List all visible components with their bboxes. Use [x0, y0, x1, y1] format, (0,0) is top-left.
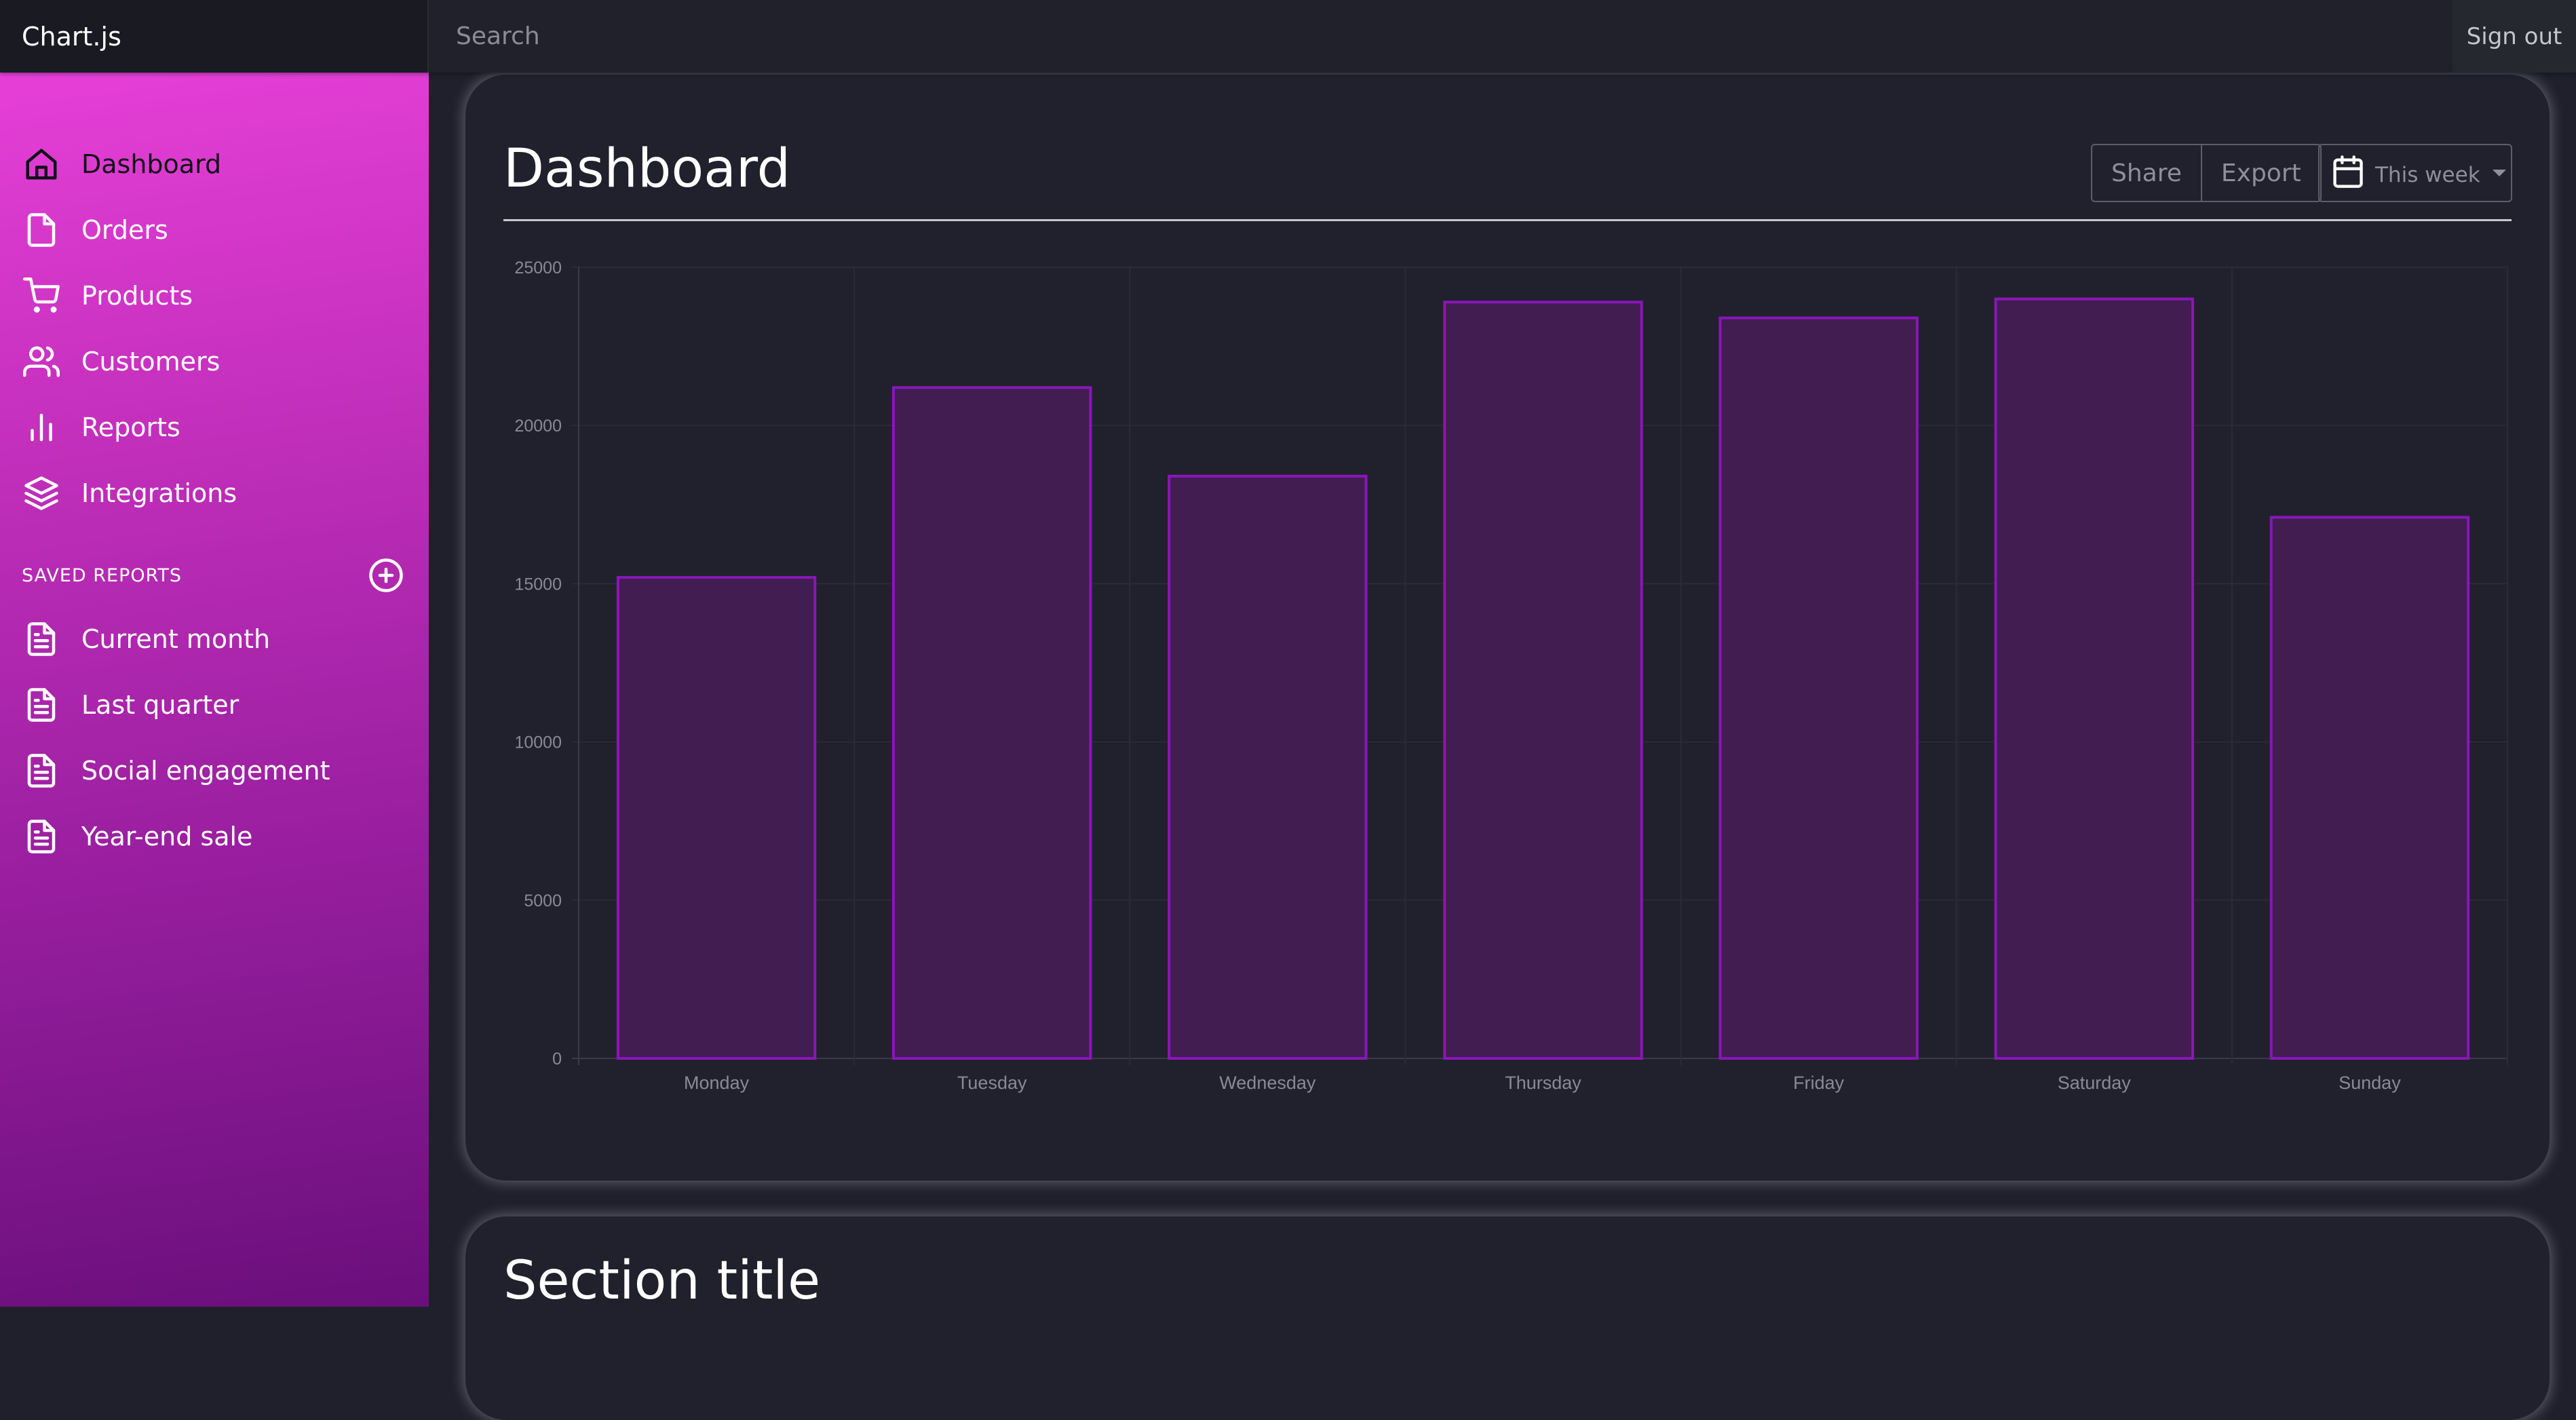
file-text-icon — [22, 685, 61, 725]
sidebar-item-label: Customers — [81, 346, 220, 377]
sidebar-item-customers[interactable]: Customers — [0, 328, 429, 394]
users-icon — [22, 342, 61, 381]
sidebar-item-label: Reports — [81, 412, 180, 442]
x-tick-label: Monday — [684, 1073, 750, 1093]
x-tick-label: Thursday — [1505, 1073, 1581, 1093]
file-text-icon — [22, 817, 61, 856]
section-card: Section title — [465, 1216, 2550, 1420]
bar — [892, 386, 1092, 1060]
y-tick-label: 15000 — [514, 575, 562, 594]
x-tick-label: Saturday — [2058, 1073, 2132, 1093]
sign-out-link[interactable]: Sign out — [2453, 0, 2576, 73]
layers-icon — [22, 474, 61, 513]
saved-report-label: Social engagement — [81, 755, 330, 786]
saved-reports-title: SAVED REPORTS — [22, 564, 182, 586]
x-tick-label: Tuesday — [957, 1073, 1027, 1093]
bar-chart-icon — [22, 408, 61, 447]
sidebar-item-label: Dashboard — [81, 149, 222, 179]
saved-report-social-engagement[interactable]: Social engagement — [0, 737, 429, 803]
plus-circle-icon[interactable] — [368, 557, 404, 594]
sidebar-item-label: Orders — [81, 214, 168, 245]
brand-logo[interactable]: Chart.js — [0, 0, 429, 73]
section-title: Section title — [503, 1250, 821, 1311]
bar — [1718, 316, 1919, 1060]
saved-reports-header: SAVED REPORTS — [0, 545, 429, 606]
sidebar-item-reports[interactable]: Reports — [0, 394, 429, 460]
bar — [2269, 516, 2470, 1060]
file-text-icon — [22, 619, 61, 659]
dashboard-card: Dashboard Share Export This week 0 5000 10… — [465, 75, 2550, 1181]
sidebar-item-label: Integrations — [81, 478, 237, 508]
bar — [616, 576, 817, 1060]
sidebar-item-dashboard[interactable]: Dashboard — [0, 131, 429, 197]
sidebar-item-products[interactable]: Products — [0, 263, 429, 328]
x-tick-label: Friday — [1793, 1073, 1845, 1093]
file-icon — [22, 210, 61, 250]
saved-report-label: Current month — [81, 623, 271, 654]
y-tick-label: 5000 — [524, 891, 562, 910]
sidebar-item-label: Products — [81, 280, 193, 311]
saved-report-label: Year-end sale — [81, 821, 253, 851]
saved-report-current-month[interactable]: Current month — [0, 606, 429, 672]
bar — [1168, 474, 1368, 1060]
sidebar-item-integrations[interactable]: Integrations — [0, 460, 429, 526]
y-tick-label: 20000 — [514, 417, 562, 436]
y-tick-label: 10000 — [514, 733, 562, 752]
x-tick-label: Sunday — [2339, 1073, 2401, 1093]
sidebar-item-orders[interactable]: Orders — [0, 197, 429, 263]
y-tick-label: 0 — [552, 1050, 562, 1069]
bar — [1443, 301, 1643, 1060]
bar — [1994, 297, 2194, 1060]
bar-chart: 0 5000 10000 15000 20000 25000 Monday Tuesday We… — [514, 258, 2508, 1093]
sidebar: Dashboard Orders Products Customers Repo… — [0, 73, 429, 1307]
y-tick-label: 25000 — [514, 258, 562, 277]
saved-report-label: Last quarter — [81, 689, 239, 720]
cart-icon — [22, 276, 61, 315]
top-bar: Chart.js Sign out — [0, 0, 2576, 73]
saved-report-last-quarter[interactable]: Last quarter — [0, 672, 429, 737]
x-tick-label: Wednesday — [1219, 1073, 1316, 1093]
search-input[interactable] — [429, 0, 2453, 73]
file-text-icon — [22, 751, 61, 790]
home-icon — [22, 145, 61, 184]
saved-report-year-end-sale[interactable]: Year-end sale — [0, 803, 429, 869]
